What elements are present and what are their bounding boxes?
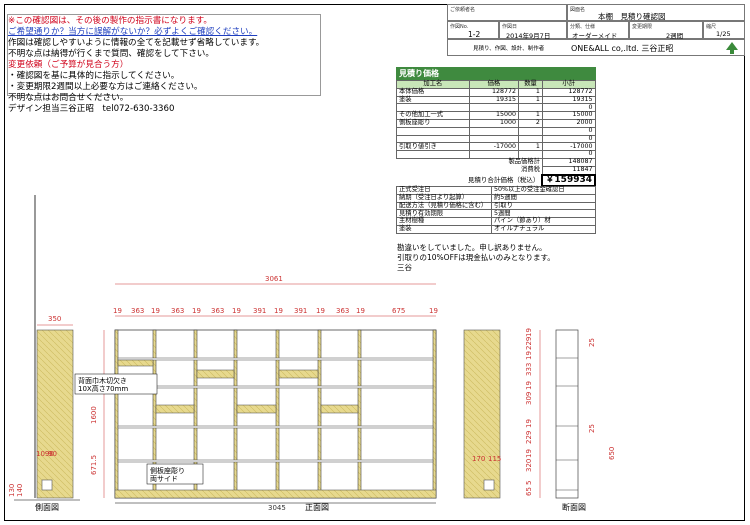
segment-dim: 19 — [113, 307, 122, 315]
side-view: 350 1090 90 130 140 側面図 — [8, 195, 80, 512]
side-dim-top2: 90 — [48, 450, 57, 458]
section-view-caption: 断面図 — [562, 502, 586, 512]
segment-dim: 19 — [232, 307, 241, 315]
section-dim: 5 — [525, 481, 533, 485]
section-outline — [555, 329, 579, 499]
section-dim: 229 — [525, 337, 533, 350]
side-depth-dim: 350 — [48, 315, 61, 323]
right-dim-1: 170 — [472, 455, 485, 463]
right-side-view: 170 115 — [463, 329, 501, 499]
front-view-caption: 正面図 — [305, 503, 329, 512]
section-dim: 65 — [525, 487, 533, 496]
segment-dim: 363 — [211, 307, 224, 315]
segment-dim: 391 — [253, 307, 266, 315]
back-notch-callout-line2: 10X高さ70mm — [78, 384, 128, 393]
section-dims: 1922919333193091922919320565 — [525, 328, 533, 496]
plinth — [114, 489, 437, 499]
side-panel — [36, 329, 74, 499]
bottom-width-dim: 3045 — [268, 504, 286, 512]
section-dim: 19 — [525, 381, 533, 390]
segment-dim: 675 — [392, 307, 405, 315]
front-view: 3061 19 363 19 363 19 363 19 391 19 391 19 363 19 675… — [74, 275, 438, 512]
section-right-dim-3: 650 — [608, 447, 616, 460]
segment-dim: 19 — [429, 307, 438, 315]
section-dim: 19 — [525, 328, 533, 337]
section-dim: 320 — [525, 459, 533, 472]
segment-dims: 19 363 19 363 19 363 19 391 19 391 19 363 19 675 19 — [113, 307, 438, 315]
segment-dim: 19 — [316, 307, 325, 315]
segment-dim: 19 — [151, 307, 160, 315]
overall-width-dim: 3061 — [265, 275, 283, 283]
right-side-panel — [463, 329, 501, 499]
section-view: 1922919333193091922919320565 25 25 650 断… — [525, 328, 616, 512]
section-right-dim-2: 25 — [588, 424, 596, 433]
side-dim-bot1: 130 — [8, 484, 16, 497]
section-dim: 19 — [525, 351, 533, 360]
segment-dim: 19 — [192, 307, 201, 315]
segment-dim: 19 — [356, 307, 365, 315]
back-notch-callout-line1: 背面巾木切欠き — [78, 376, 127, 385]
side-view-caption: 側面図 — [35, 502, 59, 512]
segment-dim: 363 — [131, 307, 144, 315]
right-dim-2: 115 — [488, 455, 501, 463]
segment-dim: 363 — [336, 307, 349, 315]
side-dim-bot2: 140 — [16, 484, 24, 497]
segment-dim: 363 — [171, 307, 184, 315]
section-dim: 19 — [525, 449, 533, 458]
section-dim: 229 — [525, 431, 533, 444]
baseboard-notch — [41, 479, 53, 491]
height-upper-dim: 1600 — [90, 406, 98, 424]
segment-dim: 19 — [274, 307, 283, 315]
section-dim: 19 — [525, 419, 533, 428]
section-right-dim-1: 25 — [588, 338, 596, 347]
section-dim: 309 — [525, 392, 533, 405]
side-counterbore-callout-line2: 両サイド — [150, 475, 178, 483]
section-dim: 333 — [525, 363, 533, 376]
height-lower-dim: 671.5 — [90, 455, 98, 475]
segment-dim: 391 — [294, 307, 307, 315]
side-counterbore-callout-line1: 側板座彫り — [150, 466, 185, 475]
drawing-area: 350 1090 90 130 140 側面図 3061 19 363 19 3… — [8, 195, 616, 512]
